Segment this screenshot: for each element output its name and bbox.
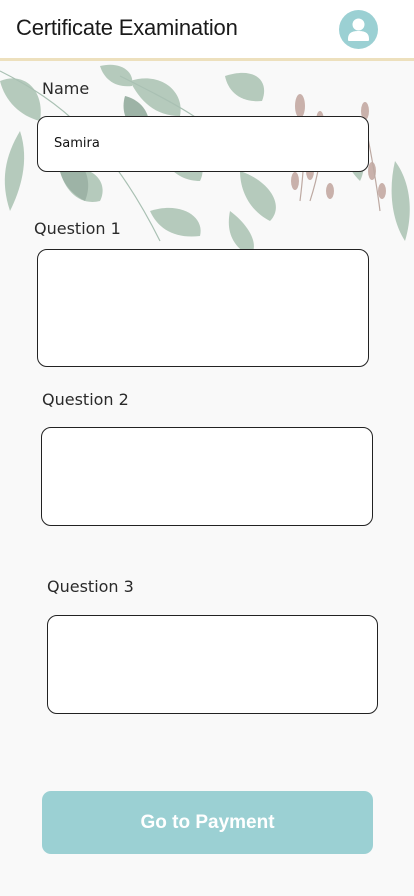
page-title: Certificate Examination <box>16 15 238 40</box>
name-label: Name <box>42 79 90 98</box>
question-3-label: Question 3 <box>47 577 134 596</box>
app-header: Certificate Examination <box>0 0 414 61</box>
question-2-label: Question 2 <box>42 390 129 409</box>
name-input[interactable]: Samira <box>37 116 369 172</box>
question-1-input[interactable] <box>37 249 369 367</box>
question-3-input[interactable] <box>47 615 378 714</box>
question-2-input[interactable] <box>41 427 373 526</box>
question-1-label: Question 1 <box>34 219 121 238</box>
user-avatar-icon[interactable] <box>339 10 378 49</box>
go-to-payment-button[interactable]: Go to Payment <box>42 791 373 854</box>
